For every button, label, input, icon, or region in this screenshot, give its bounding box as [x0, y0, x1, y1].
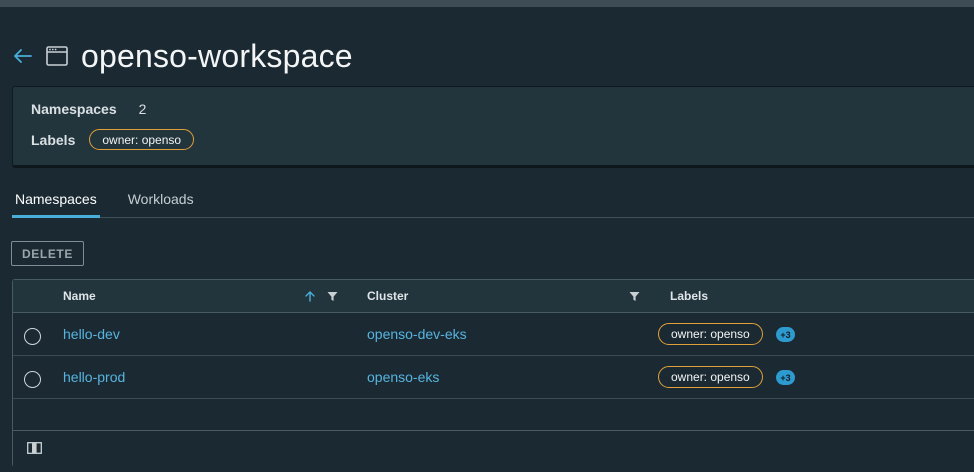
- page-title: openso-workspace: [81, 38, 353, 74]
- top-bar: [0, 0, 974, 7]
- label-pill: owner: openso: [89, 129, 195, 150]
- table-header: Name Cluster Labels: [13, 280, 974, 313]
- column-header-name[interactable]: Name: [63, 289, 96, 303]
- summary-card: Namespaces 2 Labels owner: openso: [12, 86, 974, 168]
- column-header-cluster[interactable]: Cluster: [367, 289, 408, 303]
- delete-button[interactable]: DELETE: [11, 241, 84, 266]
- table-row: hello-dev openso-dev-eks owner: openso +…: [13, 313, 974, 356]
- arrow-up-icon[interactable]: [304, 290, 316, 302]
- namespaces-datagrid: Name Cluster Labels hello-dev openso-dev…: [12, 279, 974, 467]
- table-row: hello-prod openso-eks owner: openso +3: [13, 356, 974, 399]
- table-footer: [13, 430, 974, 467]
- labels-summary: Labels owner: openso: [31, 129, 195, 150]
- namespaces-label: Namespaces: [31, 101, 117, 117]
- namespace-link[interactable]: hello-dev: [63, 326, 120, 342]
- namespaces-summary: Namespaces 2: [31, 101, 146, 117]
- filter-icon[interactable]: [628, 290, 640, 302]
- filter-icon[interactable]: [326, 290, 338, 302]
- row-select-radio[interactable]: [24, 371, 41, 388]
- tab-bar: Namespaces Workloads: [12, 188, 974, 218]
- tab-namespaces[interactable]: Namespaces: [12, 188, 100, 218]
- more-labels-badge[interactable]: +3: [776, 370, 795, 385]
- window-icon: [46, 45, 70, 67]
- cluster-link[interactable]: openso-eks: [367, 369, 439, 385]
- namespace-link[interactable]: hello-prod: [63, 369, 125, 385]
- column-toggle-icon[interactable]: [26, 441, 42, 455]
- page-header: openso-workspace: [12, 38, 353, 74]
- namespaces-count: 2: [138, 101, 147, 117]
- label-pill: owner: openso: [658, 323, 763, 345]
- tab-workloads[interactable]: Workloads: [125, 188, 197, 217]
- label-pill: owner: openso: [658, 366, 763, 388]
- labels-label: Labels: [31, 131, 76, 148]
- column-header-labels[interactable]: Labels: [670, 289, 708, 303]
- more-labels-badge[interactable]: +3: [776, 327, 795, 342]
- row-select-radio[interactable]: [24, 328, 41, 345]
- arrow-left-icon[interactable]: [12, 45, 34, 67]
- cluster-link[interactable]: openso-dev-eks: [367, 326, 467, 342]
